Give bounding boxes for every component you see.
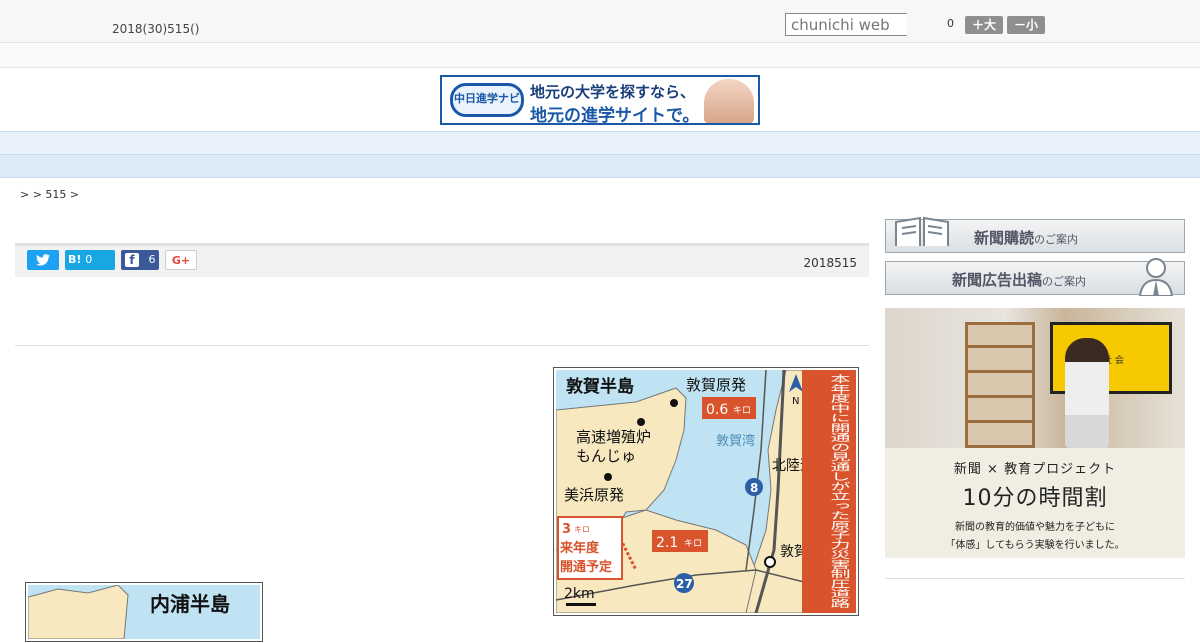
hatena-icon: B!: [68, 253, 82, 266]
advertise-sub: のご案内: [1042, 275, 1087, 288]
tsuruga-peninsula-map: 敦賀半島 敦賀原発 0.6 キロ 高速増殖炉 もんじゅ 美浜原発 敦賀湾 8 北…: [553, 367, 859, 616]
twitter-icon: [36, 254, 50, 266]
map2-graphic: 内浦半島: [27, 584, 260, 640]
hatena-bookmark-button[interactable]: B! 0: [65, 250, 115, 270]
banner-logo: 中日進学ナビ: [450, 83, 524, 117]
zero-count: 0: [947, 17, 954, 30]
subscribe-label: 新聞購読: [974, 229, 1035, 247]
banner-line-1: 地元の大学を探すなら、: [530, 83, 696, 101]
map2-title: 内浦半島: [150, 592, 230, 616]
mihama-marker: [604, 473, 612, 481]
facebook-icon: f: [125, 253, 139, 267]
plan-line-1: 来年度: [559, 540, 600, 556]
article-date: 2018515: [803, 256, 857, 270]
label-tsuruga-npp: 敦賀原発: [686, 376, 746, 394]
route-27-label: 27: [676, 577, 693, 591]
uchiura-peninsula-map: 内浦半島: [25, 582, 263, 642]
label-bay: 敦賀湾: [716, 433, 755, 449]
shingaku-navi-banner[interactable]: 中日進学ナビ 地元の大学を探すなら、 地元の進学サイトで。: [440, 75, 760, 125]
label-monju-2: もんじゅ: [576, 447, 636, 465]
subscribe-sub: のご案内: [1034, 233, 1079, 246]
advertise-button[interactable]: 新聞広告出稿のご案内: [885, 258, 1185, 296]
facebook-share-button[interactable]: f 6: [121, 250, 159, 270]
main-nav: [0, 131, 1200, 155]
ad-title: 10分の時間割: [962, 486, 1108, 511]
distance-c: 3: [562, 522, 571, 537]
ad-line-3: 新聞の教育的価値や魅力を子どもに: [955, 522, 1115, 533]
tsuruga-ic-marker: [764, 556, 776, 568]
route-8-label: 8: [750, 481, 758, 495]
scale-bar: [566, 603, 596, 606]
plan-line-2: 開通予定: [560, 559, 612, 575]
distance-c-unit: キロ: [574, 525, 590, 534]
sub-nav: [0, 155, 1200, 178]
businessman-icon: [1138, 258, 1174, 296]
distance-a-unit: キロ: [733, 406, 751, 416]
distance-b: 2.1: [656, 535, 678, 551]
banner-photo: [704, 79, 754, 123]
twitter-share-button[interactable]: [27, 250, 59, 270]
font-size-up-button[interactable]: ＋大: [965, 16, 1003, 34]
label-monju-1: 高速増殖炉: [576, 428, 651, 446]
ad-person: [1065, 338, 1109, 448]
map2-land: [27, 584, 129, 640]
tsuruga-npp-marker: [670, 399, 678, 407]
article-divider: [15, 345, 869, 346]
header-band: [0, 43, 1200, 68]
ad-door: [965, 322, 1035, 448]
book-icon: [895, 216, 949, 246]
hatena-count: 0: [85, 253, 93, 266]
ad-line-4: 「体感」してもらう実験を行いました。: [945, 540, 1125, 551]
breadcrumb[interactable]: > > 515 >: [20, 188, 79, 201]
banner-logo-text: 中日進学ナビ: [454, 92, 520, 105]
monju-marker: [637, 418, 645, 426]
subscribe-button[interactable]: 新聞購読のご案内: [885, 216, 1185, 253]
ad-photo: 社 会: [885, 308, 1185, 448]
distance-a: 0.6: [706, 402, 728, 418]
map-title: 敦賀半島: [566, 376, 634, 397]
advertise-label: 新聞広告出稿: [952, 271, 1043, 289]
scale-label: 2km: [564, 586, 595, 602]
headline-text: 本年度中に開通の見通しが立った原子力災害制圧道路: [827, 374, 851, 608]
search-input[interactable]: [785, 13, 907, 36]
label-mihama: 美浜原発: [564, 486, 624, 504]
share-bar: B! 0 f 6 G+ 2018515: [15, 243, 869, 277]
top-bar: 2018(30)515() 0 ＋大 －小: [0, 0, 1200, 43]
north-label: N: [792, 396, 799, 407]
current-date: 2018(30)515(): [112, 22, 200, 36]
ad-text: 新聞 × 教育プロジェクト 10分の時間割 新聞の教育的価値や魅力を子どもに 「…: [885, 448, 1185, 558]
map-graphic: 敦賀半島 敦賀原発 0.6 キロ 高速増殖炉 もんじゅ 美浜原発 敦賀湾 8 北…: [556, 370, 856, 613]
education-project-ad[interactable]: 社 会 新聞 × 教育プロジェクト 10分の時間割 新聞の教育的価値や魅力を子ど…: [885, 308, 1185, 558]
banner-line-2: 地元の進学サイトで。: [530, 106, 700, 125]
ad-line-1: 新聞 × 教育プロジェクト: [953, 462, 1117, 477]
facebook-count: 6: [148, 253, 156, 266]
font-size-down-button[interactable]: －小: [1007, 16, 1045, 34]
distance-b-unit: キロ: [684, 539, 702, 549]
googleplus-share-button[interactable]: G+: [165, 250, 197, 270]
sidebar-divider: [885, 578, 1185, 579]
